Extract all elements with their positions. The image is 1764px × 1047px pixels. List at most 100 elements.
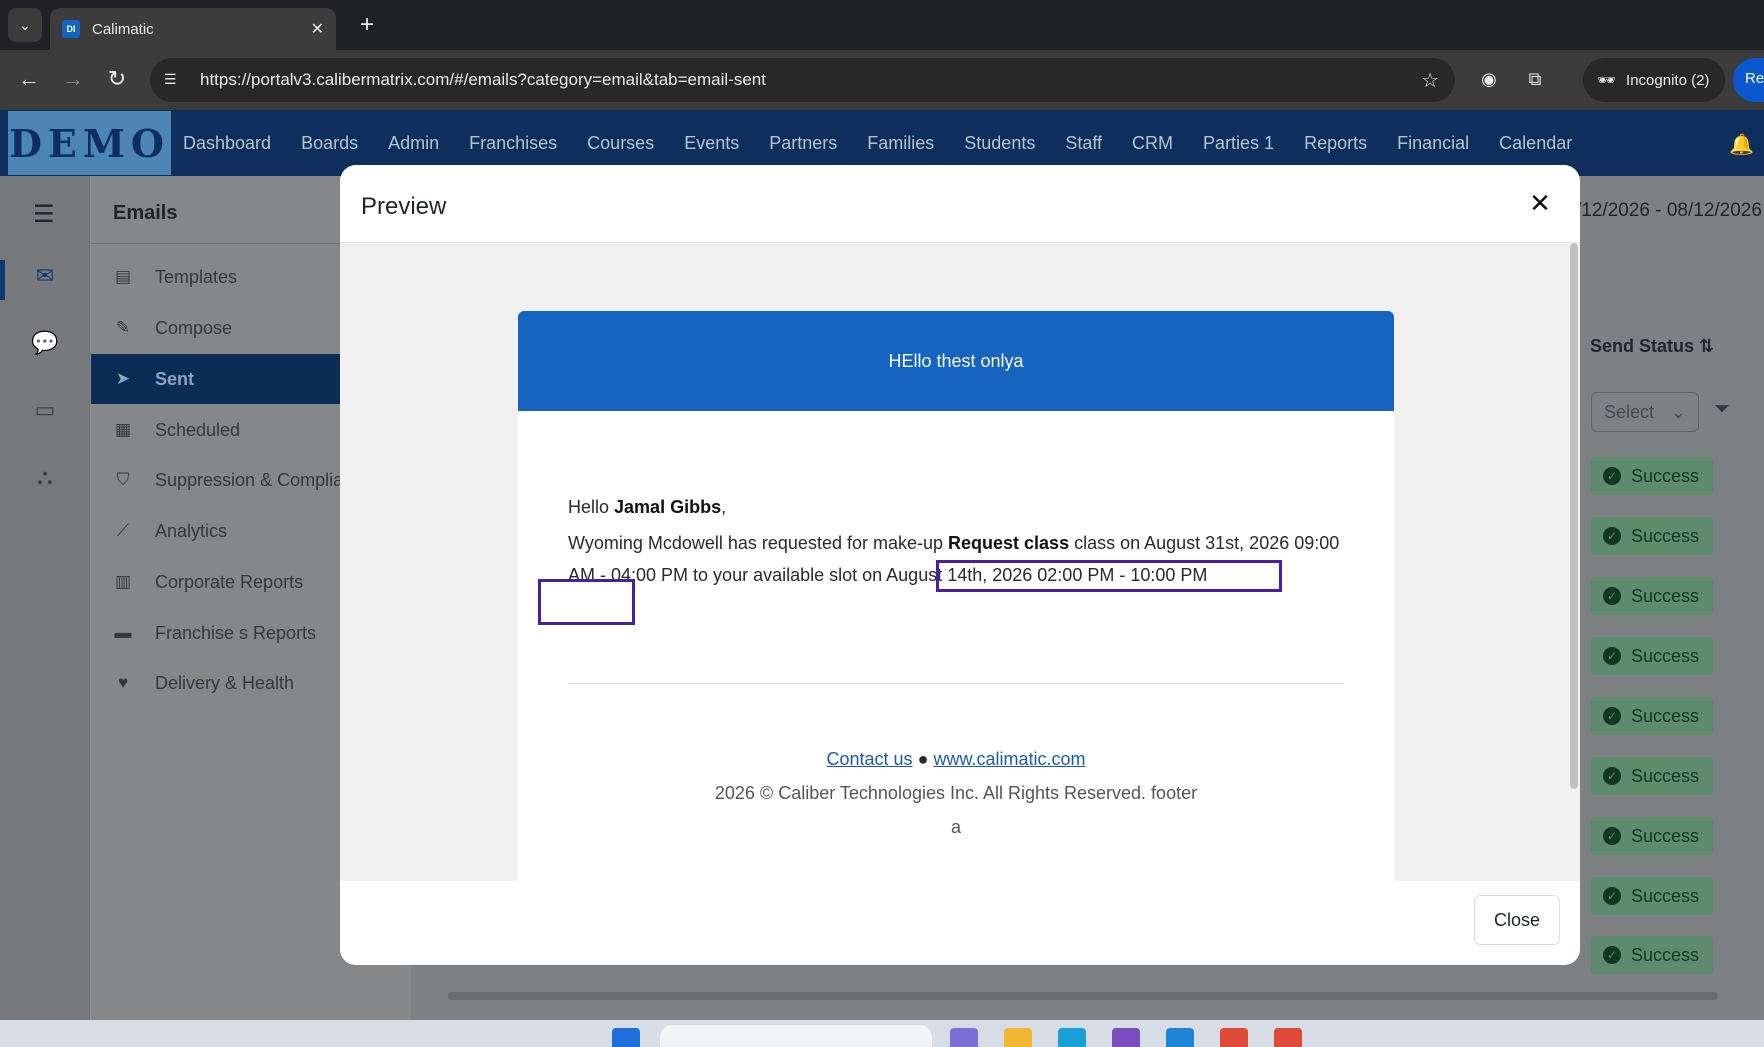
chrome-icon[interactable] [1220,1028,1248,1047]
address-bar[interactable]: ☰ https://portalv3.calibermatrix.com/#/e… [150,58,1455,102]
new-tab-button[interactable]: + [352,10,382,40]
nav-parties[interactable]: Parties 1 [1203,133,1274,154]
back-icon[interactable]: ← [14,64,44,94]
sidebar-item-label: Corporate Reports [155,571,304,592]
browser-toolbar: ← → ↻ ☰ https://portalv3.calibermatrix.c… [0,50,1764,110]
tab-title: Calimatic [92,20,154,38]
incognito-icon: 🕶 [1597,72,1617,89]
sidebar-item-label: Scheduled [155,419,241,440]
status-badge: ✓ Success [1591,697,1713,735]
check-circle-icon: ✓ [1603,827,1621,845]
preview-modal: Preview ✕ Close HEllo thest onlya Hello … [340,165,1580,965]
modal-scrollbar[interactable] [1568,243,1580,881]
reload-icon[interactable]: ↻ [102,64,132,94]
forward-icon[interactable]: → [58,64,88,94]
visual-studio-icon[interactable] [1112,1028,1140,1047]
status-label: Success [1631,825,1700,846]
heartbeat-icon: ♥ [117,673,129,692]
shield-icon: ⛉ [116,470,130,489]
browser-tab[interactable]: DI Calimatic ✕ [50,8,336,50]
nav-calendar[interactable]: Calendar [1499,133,1572,154]
close-icon[interactable]: ✕ [1527,188,1553,218]
status-label: Success [1631,585,1700,606]
sitemap-icon[interactable]: ⛬ [30,462,60,492]
chart-line-icon: ⟋ [117,521,129,540]
sidebar-item-label: Sent [155,368,195,389]
relaunch-button[interactable]: Re [1733,58,1764,102]
file-explorer-icon[interactable] [1004,1028,1032,1047]
vscode-icon[interactable] [1166,1028,1194,1047]
file-icon: ▤ [114,267,132,286]
close-button[interactable]: Close [1474,895,1560,945]
nav-students[interactable]: Students [964,133,1035,154]
sort-icon[interactable]: ⇅ [1699,336,1714,356]
notification-bell-icon[interactable]: 🔔 [1729,132,1754,157]
website-link[interactable]: www.calimatic.com [933,749,1085,769]
sidebar-item-label: Analytics [155,520,228,541]
email-greeting: Hello Jamal Gibbs, [568,497,726,518]
check-circle-icon: ✓ [1603,767,1621,785]
nav-dashboard[interactable]: Dashboard [183,133,271,154]
contact-us-link[interactable]: Contact us [827,749,913,769]
nav-crm[interactable]: CRM [1132,133,1173,154]
nav-admin[interactable]: Admin [388,133,439,154]
check-circle-icon: ✓ [1603,467,1621,485]
greeting-suffix: , [721,497,727,517]
status-badge: ✓ Success [1591,517,1713,555]
hamburger-menu-icon[interactable]: ☰ [33,200,55,229]
incognito-indicator[interactable]: 🕶 Incognito (2) [1583,58,1725,102]
chat-icon[interactable]: ▭ [30,395,60,425]
url-text[interactable]: https://portalv3.calibermatrix.com/#/ema… [200,70,1421,90]
nav-reports[interactable]: Reports [1304,133,1367,154]
nav-families[interactable]: Families [867,133,934,154]
nav-partners[interactable]: Partners [769,133,837,154]
email-preview-card: HEllo thest onlya Hello Jamal Gibbs, Wyo… [518,311,1394,881]
teams-icon[interactable] [950,1028,978,1047]
date-range-filter[interactable]: /12/2026 - 08/12/2026 [1576,200,1762,222]
send-status-select[interactable]: Select ⌄ [1591,392,1699,432]
sidebar-item-label: Franchise s Reports [155,622,317,643]
demo-logo[interactable]: DEMO [8,111,171,175]
close-tab-icon[interactable]: ✕ [311,19,324,39]
browser-tab-bar: ⌄ DI Calimatic ✕ + [0,0,1764,50]
email-divider [568,683,1344,684]
nav-events[interactable]: Events [684,133,739,154]
scrollbar-thumb[interactable] [1570,243,1578,789]
email-copyright: 2026 © Caliber Technologies Inc. All Rig… [714,783,1198,803]
message-bold-text: Request class [948,533,1070,553]
taskbar-search[interactable] [660,1025,932,1047]
status-badge: ✓ Success [1591,936,1713,974]
nav-franchises[interactable]: Franchises [469,133,557,154]
nav-boards[interactable]: Boards [301,133,358,154]
sidebar-item-label: Suppression & Complia [155,469,344,490]
status-badge: ✓ Success [1591,637,1713,675]
status-label: Success [1631,525,1700,546]
filter-icon[interactable]: ⏷ [1714,398,1730,421]
site-info-icon[interactable]: ☰ [164,71,186,89]
sms-icon[interactable]: 💬 [30,328,60,358]
email-icon[interactable]: ✉ [30,261,60,291]
nav-staff[interactable]: Staff [1065,133,1102,154]
modal-title: Preview [361,193,447,220]
bookmark-star-icon[interactable]: ☆ [1421,68,1439,93]
windows-start-icon[interactable] [612,1028,640,1047]
tab-search-button[interactable]: ⌄ [8,8,42,42]
modal-footer: Close [340,881,1580,965]
check-circle-icon: ✓ [1603,946,1621,964]
chrome-icon[interactable] [1274,1028,1302,1047]
check-circle-icon: ✓ [1603,647,1621,665]
send-status-column-header[interactable]: Send Status ⇅ [1590,336,1714,357]
calimatic-favicon-icon: DI [62,20,80,38]
nav-financial[interactable]: Financial [1397,133,1469,154]
horizontal-scrollbar[interactable] [448,992,1718,1000]
banner-text: HEllo thest onlya [888,350,1024,371]
status-badge: ✓ Success [1591,757,1713,795]
email-footer-links: Contact us ● www.calimatic.com [518,749,1394,770]
status-label: Success [1631,465,1700,486]
nav-courses[interactable]: Courses [587,133,654,154]
edge-icon[interactable] [1058,1028,1086,1047]
edit-icon: ✎ [115,318,131,337]
status-label: Success [1631,944,1700,965]
extensions-icon[interactable]: ⧉ [1520,64,1550,94]
camera-icon[interactable]: ◉ [1474,64,1504,94]
